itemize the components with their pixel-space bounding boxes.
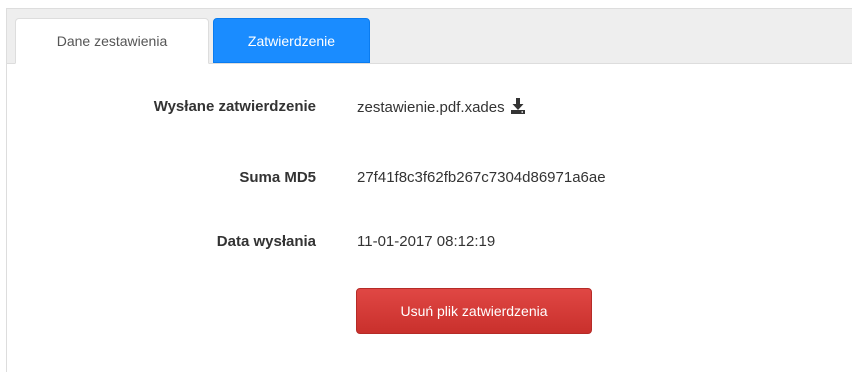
sent-date-value: 11-01-2017 08:12:19 (357, 233, 496, 250)
md5-label: Suma MD5 (239, 169, 316, 186)
tab-bar: Dane zestawienia Zatwierdzenie (7, 9, 852, 64)
tab-dane-zestawienia[interactable]: Dane zestawienia (15, 18, 209, 64)
tab-zatwierdzenie[interactable]: Zatwierdzenie (213, 18, 370, 63)
delete-approval-file-button[interactable]: Usuń plik zatwierdzenia (356, 288, 592, 334)
sent-approval-filename[interactable]: zestawienie.pdf.xades (357, 99, 505, 116)
sent-date-label: Data wysłania (216, 233, 316, 250)
download-icon[interactable] (510, 98, 525, 114)
sent-approval-label: Wysłane zatwierdzenie (153, 98, 316, 115)
md5-value: 27f41f8c3f62fb267c7304d86971a6ae (357, 169, 606, 186)
sent-approval-value: zestawienie.pdf.xades (357, 98, 525, 116)
